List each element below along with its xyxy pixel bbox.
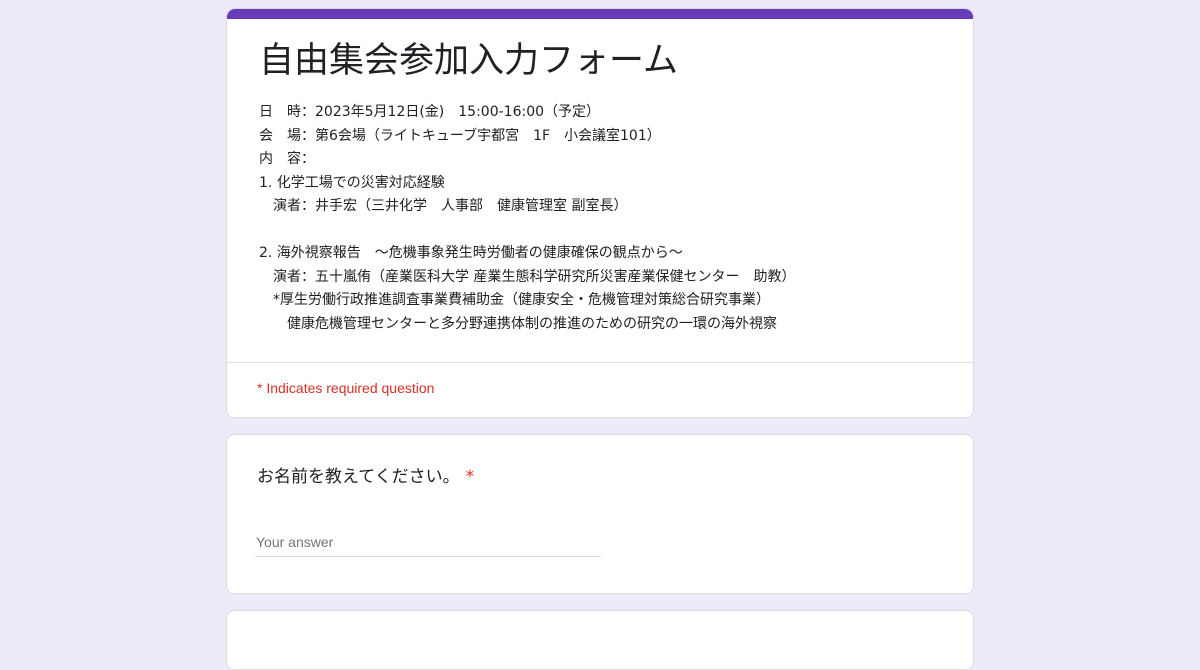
name-answer-input[interactable] — [255, 527, 601, 557]
description-line-grant-note-cont: 健康危機管理センターと多分野連携体制の推進のための研究の一環の海外視察 — [259, 315, 777, 332]
description-line-talk-2: 2. 海外視察報告 ～危機事象発生時労働者の健康確保の観点から～ — [259, 245, 683, 261]
form-header-card: 自由集会参加入力フォーム 日 時：2023年5月12日(金) 15:00-16:… — [226, 8, 974, 418]
form-title: 自由集会参加入力フォーム — [259, 41, 678, 81]
description-line-speaker-1: 演者：井手宏（三井化学 人事部 健康管理室 副室長） — [259, 198, 628, 214]
description-line-content-heading: 内 容： — [259, 151, 315, 167]
required-asterisk: * — [465, 467, 475, 487]
question-title: お名前を教えてください。 — [257, 467, 460, 487]
question-card-name: お名前を教えてください。 * — [226, 434, 974, 594]
header-accent-bar — [227, 9, 973, 19]
question-label: お名前を教えてください。 * — [257, 465, 474, 489]
description-line-grant-note: *厚生労働行政推進調査事業費補助金（健康安全・危機管理対策総合研究事業） — [259, 292, 770, 308]
description-line-blank — [259, 219, 795, 243]
description-line-speaker-2: 演者：五十嵐侑（産業医科大学 産業生態科学研究所災害産業保健センター 助教） — [259, 268, 796, 285]
form-description: 日 時：2023年5月12日(金) 15:00-16:00（予定） 会 場：第6… — [259, 101, 795, 336]
description-line-venue: 会 場：第6会場（ライトキューブ宇都宮 1F 小会議室101） — [259, 127, 661, 144]
required-question-note: * Indicates required question — [257, 380, 435, 396]
header-divider — [227, 362, 973, 363]
next-question-card — [226, 610, 974, 670]
description-line-date: 日 時：2023年5月12日(金) 15:00-16:00（予定） — [259, 104, 601, 120]
description-line-talk-1: 1. 化学工場での災害対応経験 — [259, 174, 445, 191]
